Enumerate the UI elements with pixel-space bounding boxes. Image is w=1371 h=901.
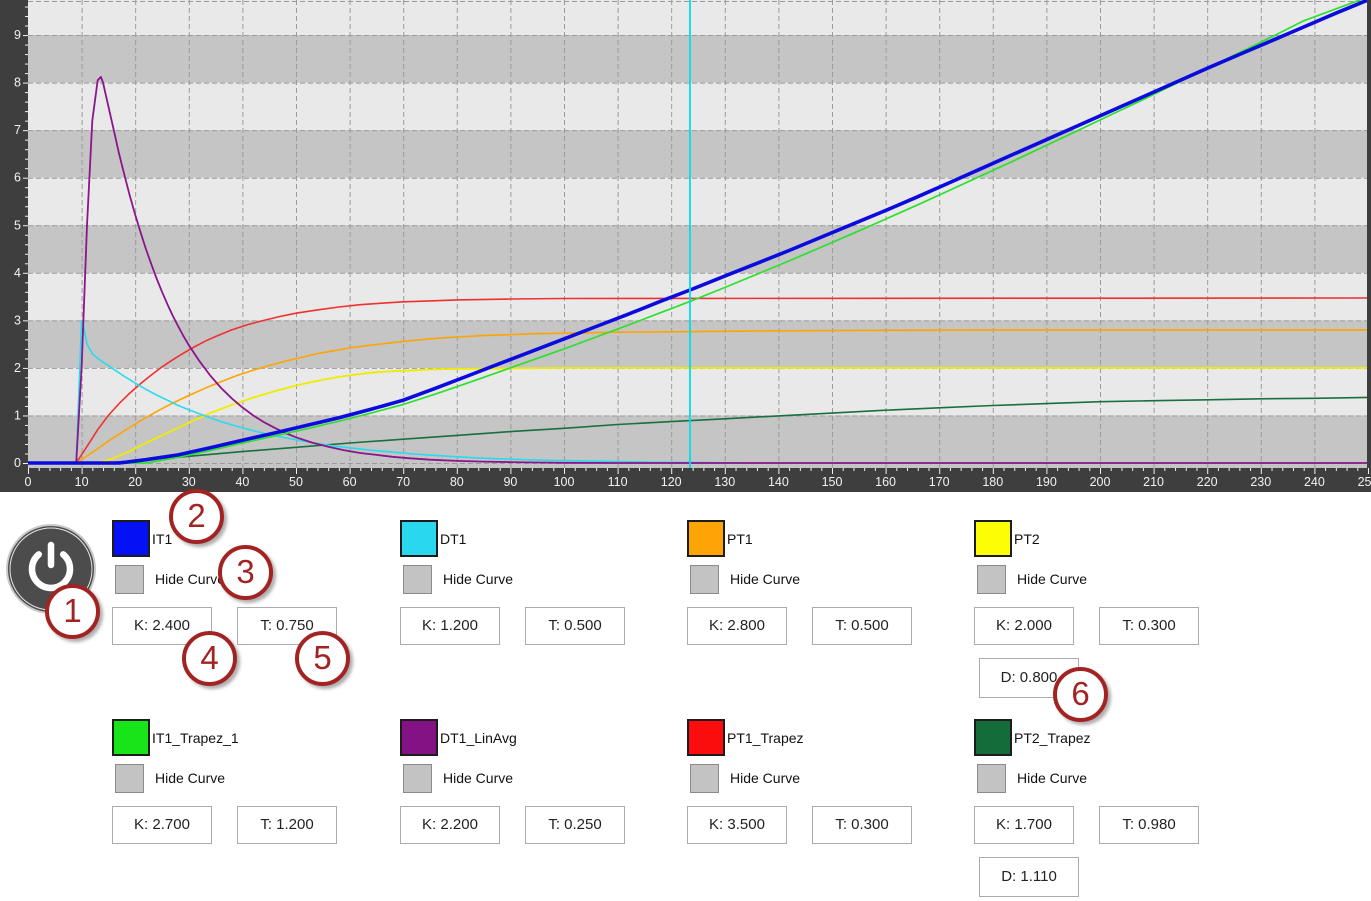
param-field-d[interactable]: D: 1.110 — [979, 857, 1079, 897]
hide-curve-checkbox[interactable] — [690, 565, 719, 594]
x-tick-label: 90 — [503, 475, 517, 489]
callout-6: 6 — [1053, 667, 1108, 722]
x-tick-label: 200 — [1090, 475, 1111, 489]
simulation-app: 0102030405060708090100110120130140150160… — [0, 0, 1371, 901]
y-tick-label: 5 — [14, 218, 21, 232]
curve-name-label: IT1 — [152, 531, 172, 547]
curve-color-swatch[interactable] — [974, 520, 1012, 557]
hide-curve-checkbox[interactable] — [690, 764, 719, 793]
hide-curve-label: Hide Curve — [730, 770, 800, 786]
y-tick-label: 2 — [14, 361, 21, 375]
callout-4: 4 — [182, 631, 237, 686]
x-tick-label: 180 — [982, 475, 1003, 489]
curve-panel-PT1_Trapez: PT1_Trapez Hide Curve K: 3.500 T: 0.300 — [687, 719, 949, 901]
param-field-t[interactable]: T: 0.500 — [812, 607, 912, 645]
x-tick-label: 160 — [875, 475, 896, 489]
hide-curve-label: Hide Curve — [155, 770, 225, 786]
callout-1: 1 — [45, 584, 100, 639]
y-tick-label: 6 — [14, 171, 21, 185]
param-field-k[interactable]: K: 2.200 — [400, 806, 500, 844]
curve-name-label: PT1 — [727, 531, 753, 547]
callout-2: 2 — [169, 489, 224, 544]
param-field-k[interactable]: K: 2.000 — [974, 607, 1074, 645]
param-field-t[interactable]: T: 0.500 — [525, 607, 625, 645]
hide-curve-label: Hide Curve — [443, 770, 513, 786]
x-tick-label: 150 — [822, 475, 843, 489]
param-field-t[interactable]: T: 0.300 — [1099, 607, 1199, 645]
curve-color-swatch[interactable] — [687, 520, 725, 557]
hide-curve-checkbox[interactable] — [977, 764, 1006, 793]
x-tick-label: 120 — [661, 475, 682, 489]
curve-name-label: PT1_Trapez — [727, 730, 804, 746]
y-tick-label: 8 — [14, 76, 21, 90]
curve-color-swatch[interactable] — [400, 719, 438, 756]
trend-chart-canvas[interactable]: 0102030405060708090100110120130140150160… — [0, 0, 1371, 492]
hide-curve-label: Hide Curve — [443, 571, 513, 587]
curve-name-label: DT1 — [440, 531, 466, 547]
curve-panel-IT1_Trapez_1: IT1_Trapez_1 Hide Curve K: 2.700 T: 1.200 — [112, 719, 374, 901]
param-field-k[interactable]: K: 1.700 — [974, 806, 1074, 844]
param-field-t[interactable]: T: 0.980 — [1099, 806, 1199, 844]
y-tick-label: 7 — [14, 123, 21, 137]
curve-name-label: PT2 — [1014, 531, 1040, 547]
hide-curve-checkbox[interactable] — [115, 764, 144, 793]
x-tick-label: 140 — [768, 475, 789, 489]
x-tick-label: 0 — [25, 475, 32, 489]
x-tick-label: 210 — [1143, 475, 1164, 489]
x-tick-label: 70 — [396, 475, 410, 489]
hide-curve-checkbox[interactable] — [115, 565, 144, 594]
x-tick-label: 110 — [608, 475, 628, 489]
x-tick-label: 50 — [289, 475, 303, 489]
param-field-t[interactable]: T: 1.200 — [237, 806, 337, 844]
curve-color-swatch[interactable] — [974, 719, 1012, 756]
x-tick-label: 230 — [1250, 475, 1271, 489]
y-tick-label: 1 — [14, 408, 21, 422]
x-tick-label: 250 — [1358, 475, 1371, 489]
curve-panel-DT1: DT1 Hide Curve K: 1.200 T: 0.500 — [400, 520, 662, 710]
param-field-k[interactable]: K: 1.200 — [400, 607, 500, 645]
y-tick-label: 9 — [14, 28, 21, 42]
curve-name-label: IT1_Trapez_1 — [152, 730, 239, 746]
curve-panel-PT2_Trapez: PT2_Trapez Hide Curve K: 1.700 T: 0.980 D:… — [974, 719, 1236, 901]
callout-5: 5 — [295, 631, 350, 686]
callout-3: 3 — [218, 545, 273, 600]
curve-name-label: DT1_LinAvg — [440, 730, 517, 746]
hide-curve-label: Hide Curve — [730, 571, 800, 587]
x-axis-strip — [0, 468, 1371, 492]
curve-color-swatch[interactable] — [112, 719, 150, 756]
x-tick-label: 130 — [714, 475, 735, 489]
x-tick-label: 80 — [450, 475, 464, 489]
x-tick-label: 40 — [235, 475, 249, 489]
curve-color-swatch[interactable] — [687, 719, 725, 756]
y-tick-label: 3 — [14, 313, 21, 327]
curve-panel-PT1: PT1 Hide Curve K: 2.800 T: 0.500 — [687, 520, 949, 710]
hide-curve-checkbox[interactable] — [403, 565, 432, 594]
x-tick-label: 60 — [343, 475, 357, 489]
trend-chart[interactable]: 0102030405060708090100110120130140150160… — [0, 0, 1371, 492]
x-tick-label: 10 — [75, 475, 89, 489]
param-field-t[interactable]: T: 0.300 — [812, 806, 912, 844]
hide-curve-checkbox[interactable] — [977, 565, 1006, 594]
x-tick-label: 220 — [1197, 475, 1218, 489]
x-tick-label: 100 — [554, 475, 575, 489]
y-tick-label: 0 — [14, 456, 21, 470]
x-tick-label: 190 — [1036, 475, 1057, 489]
y-tick-label: 4 — [14, 266, 21, 280]
curve-color-swatch[interactable] — [400, 520, 438, 557]
hide-curve-label: Hide Curve — [1017, 571, 1087, 587]
curve-name-label: PT2_Trapez — [1014, 730, 1091, 746]
x-tick-label: 170 — [929, 475, 950, 489]
param-field-k[interactable]: K: 2.700 — [112, 806, 212, 844]
curve-panel-DT1_LinAvg: DT1_LinAvg Hide Curve K: 2.200 T: 0.250 — [400, 719, 662, 901]
param-field-k[interactable]: K: 3.500 — [687, 806, 787, 844]
hide-curve-checkbox[interactable] — [403, 764, 432, 793]
param-field-t[interactable]: T: 0.250 — [525, 806, 625, 844]
hide-curve-label: Hide Curve — [1017, 770, 1087, 786]
param-field-k[interactable]: K: 2.800 — [687, 607, 787, 645]
x-tick-label: 20 — [128, 475, 142, 489]
curve-color-swatch[interactable] — [112, 520, 150, 557]
x-tick-label: 30 — [182, 475, 196, 489]
hide-curve-label: Hide Curve — [155, 571, 225, 587]
x-tick-label: 240 — [1304, 475, 1325, 489]
